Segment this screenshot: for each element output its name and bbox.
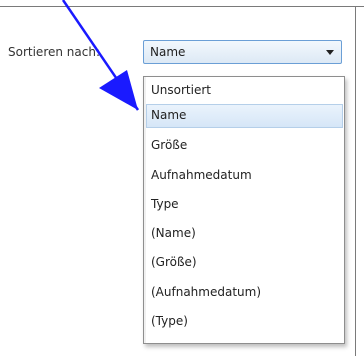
- pointer-arrow-icon: [61, 0, 140, 111]
- screenshot-canvas: Sortieren nach: Name Unsortiert Name Grö…: [0, 0, 364, 356]
